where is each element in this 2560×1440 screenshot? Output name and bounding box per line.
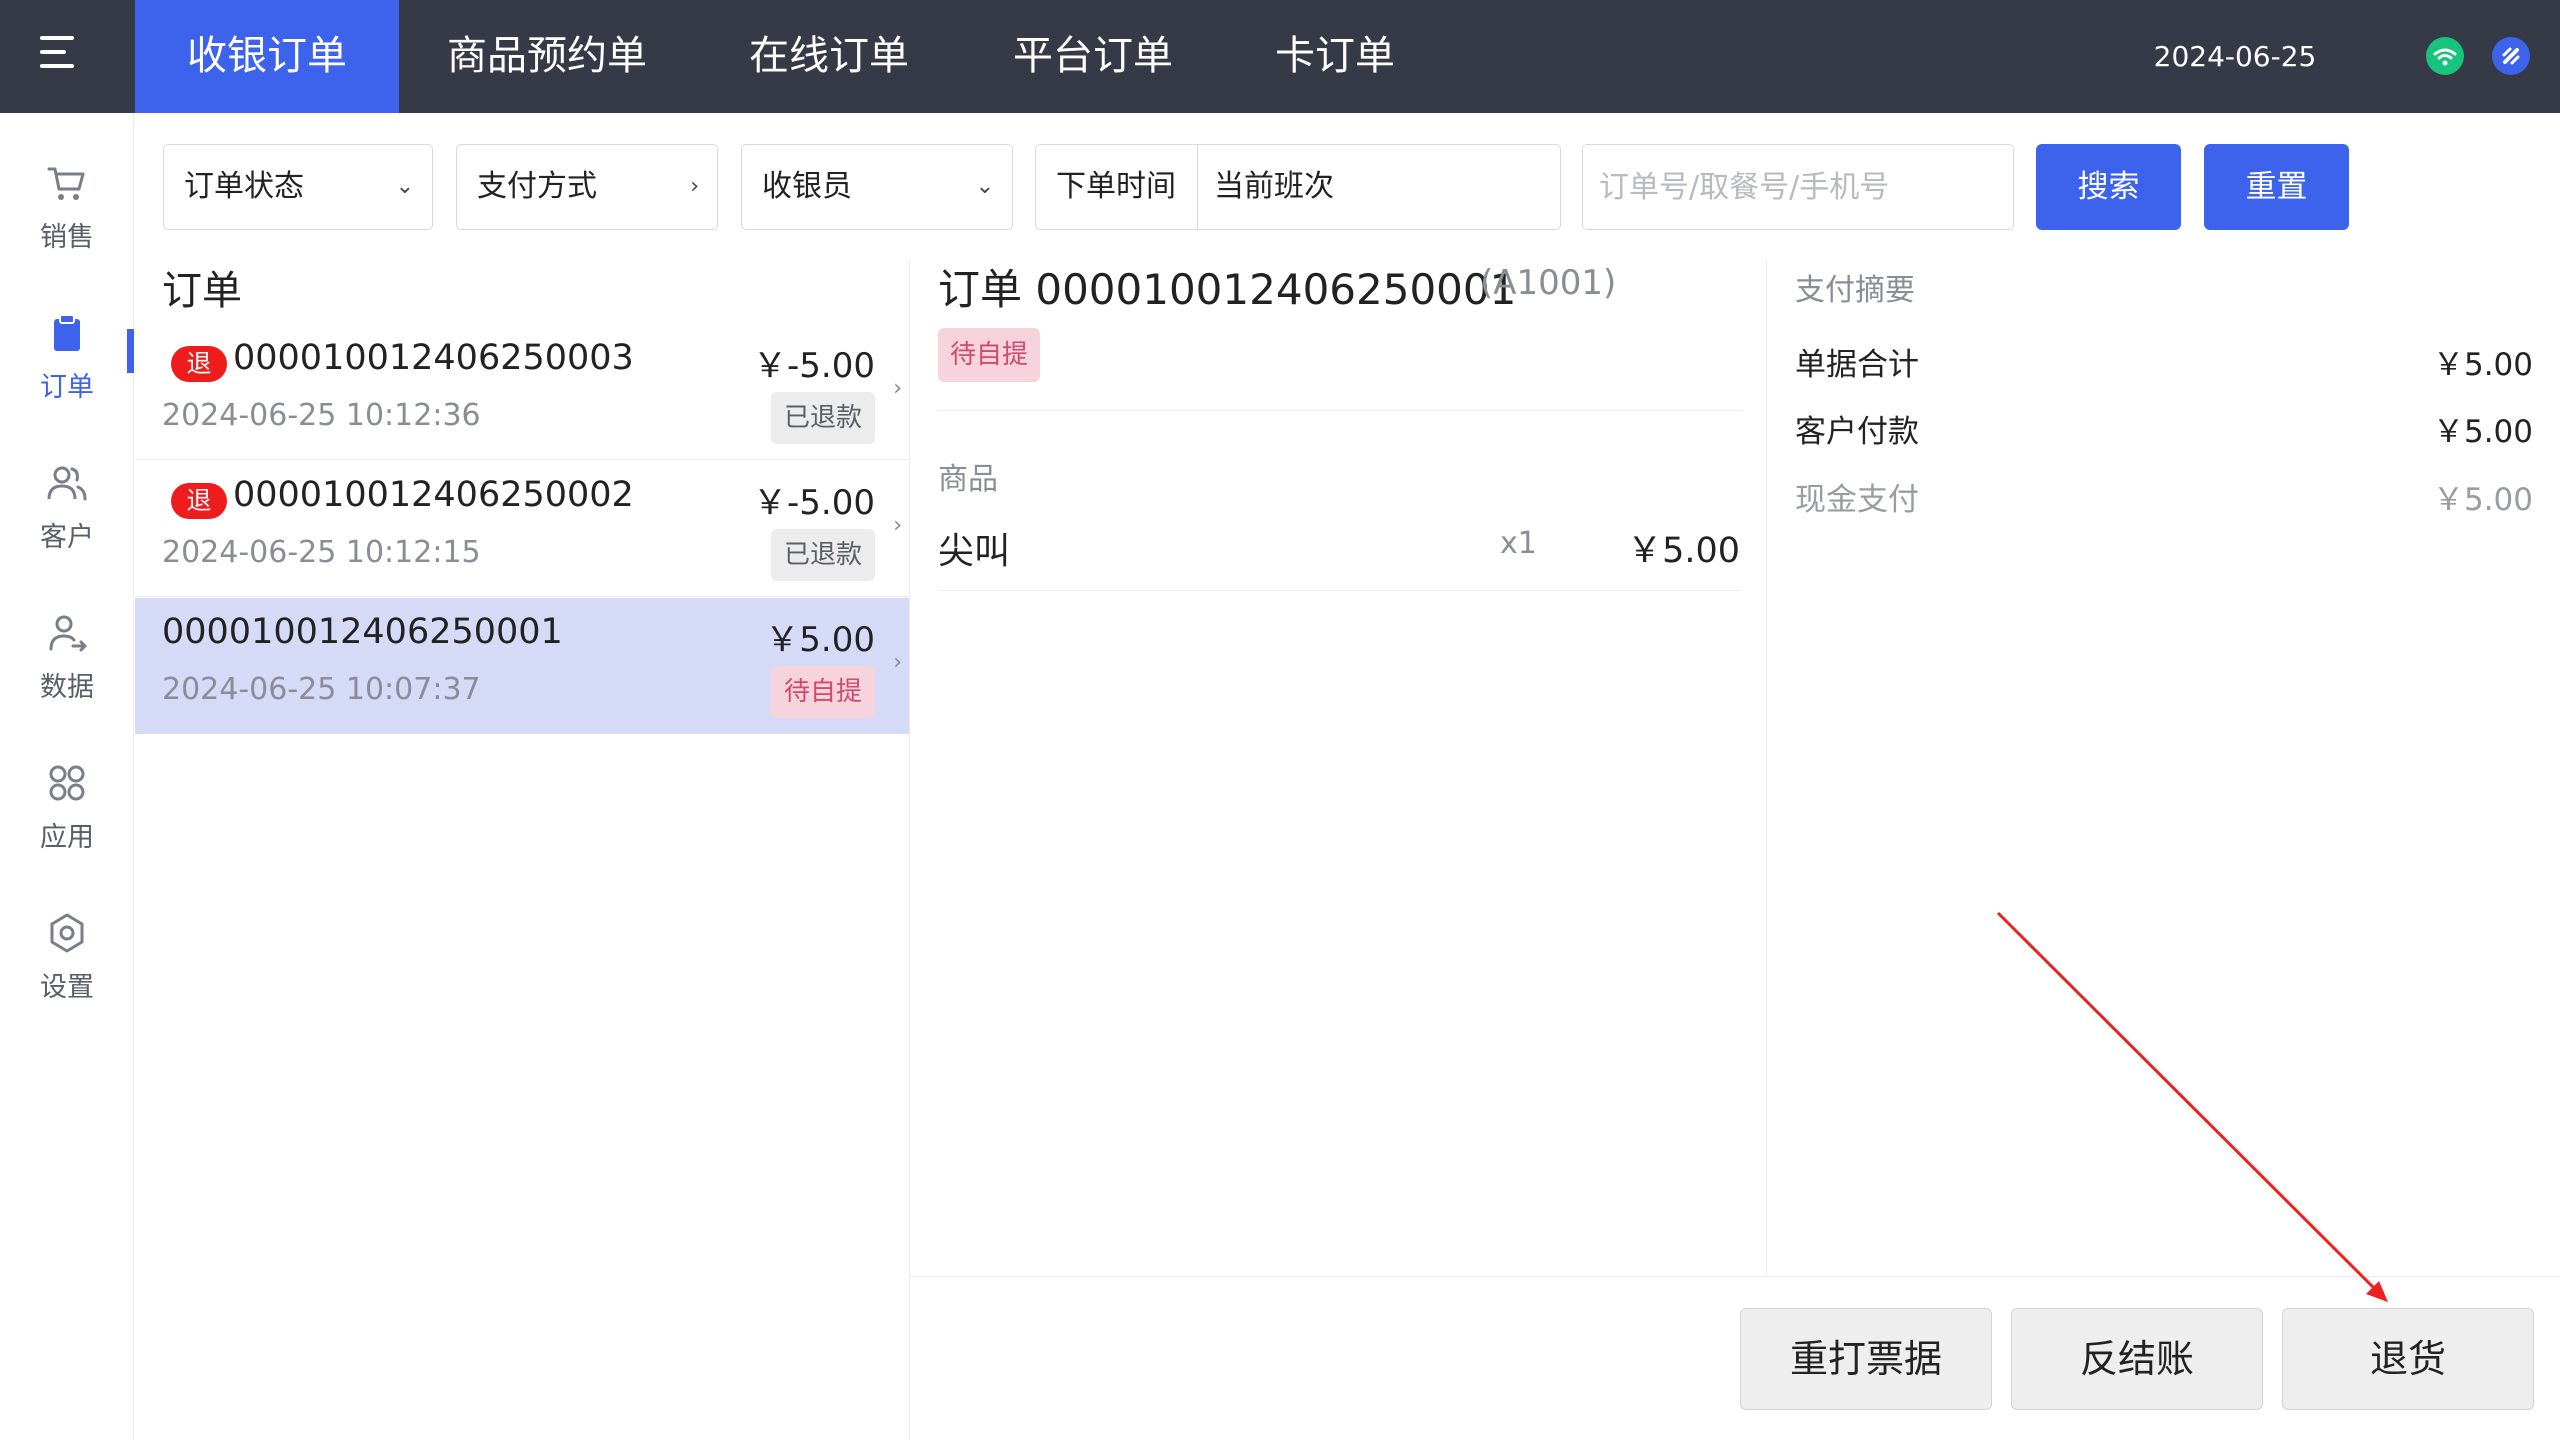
tab-cashier-orders[interactable]: 收银订单 <box>135 0 399 113</box>
divider <box>938 590 1741 591</box>
payment-row: 客户付款 ￥5.00 <box>1795 406 2533 450</box>
goods-label: 商品 <box>938 462 998 497</box>
payment-label: 客户付款 <box>1795 414 1919 450</box>
payment-row: 现金支付 ￥5.00 <box>1795 474 2533 518</box>
chevron-right-icon: › <box>893 650 902 675</box>
order-amount: ￥-5.00 <box>753 346 875 386</box>
payment-value: ￥5.00 <box>2432 347 2533 383</box>
payment-value: ￥5.00 <box>2432 414 2533 450</box>
goods-qty: x1 <box>1500 526 1537 561</box>
search-button[interactable]: 搜索 <box>2036 144 2181 230</box>
payment-method-label: 支付方式 <box>477 169 597 204</box>
payment-value: ￥5.00 <box>2432 482 2533 518</box>
order-number: 000010012406250003 <box>233 338 634 378</box>
action-bar-divider <box>910 1276 2560 1277</box>
reset-button[interactable]: 重置 <box>2204 144 2349 230</box>
tab-platform-orders[interactable]: 平台订单 <box>963 0 1223 113</box>
order-amount: ￥-5.00 <box>753 483 875 523</box>
sidebar-item-label: 销售 <box>40 222 94 253</box>
chevron-down-icon: ⌄ <box>975 174 994 199</box>
chevron-right-icon: › <box>893 376 902 401</box>
payment-summary-title: 支付摘要 <box>1795 273 1915 308</box>
detail-status-badge: 待自提 <box>938 328 1041 382</box>
detail-title: 订单 000010012406250001 <box>938 265 1517 314</box>
sidebar-item-sales[interactable]: 销售 <box>0 161 134 291</box>
status-badge: 待自提 <box>770 666 875 718</box>
sidebar-item-label: 数据 <box>40 672 94 703</box>
payment-method-select[interactable]: 支付方式 › <box>456 144 718 230</box>
chevron-right-icon: › <box>690 174 699 199</box>
payment-label: 现金支付 <box>1795 482 1919 518</box>
sidebar-item-settings[interactable]: 设置 <box>0 911 134 1041</box>
order-list-title: 订单 <box>162 268 242 314</box>
sidebar-item-label: 设置 <box>40 972 94 1003</box>
user-data-icon <box>49 615 87 652</box>
sync-icon[interactable] <box>2492 37 2530 75</box>
users-icon <box>47 466 87 501</box>
order-row[interactable]: 退 000010012406250002 2024-06-25 10:12:15… <box>135 461 910 597</box>
payment-label: 单据合计 <box>1795 347 1919 383</box>
status-badge: 已退款 <box>770 392 875 444</box>
tab-card-orders[interactable]: 卡订单 <box>1223 0 1447 113</box>
return-badge: 退 <box>171 346 227 382</box>
pickup-number: (A1001) <box>1480 263 1617 303</box>
payment-row: 单据合计 ￥5.00 <box>1795 339 2533 383</box>
refund-button[interactable]: 退货 <box>2282 1308 2534 1410</box>
order-amount: ￥5.00 <box>765 620 875 660</box>
order-time: 2024-06-25 10:12:36 <box>162 398 481 433</box>
filter-divider <box>1197 145 1198 229</box>
cart-icon <box>47 167 85 200</box>
order-time: 2024-06-25 10:07:37 <box>162 672 481 707</box>
sidebar-item-apps[interactable]: 应用 <box>0 761 134 891</box>
sidebar-item-label: 客户 <box>40 522 94 553</box>
order-time: 2024-06-25 10:12:15 <box>162 535 481 570</box>
order-number: 000010012406250002 <box>233 475 634 515</box>
tab-reservation-orders[interactable]: 商品预约单 <box>399 0 695 113</box>
sidebar-item-customers[interactable]: 客户 <box>0 461 134 591</box>
status-badge: 已退款 <box>770 529 875 581</box>
clipboard-icon <box>54 314 80 351</box>
order-row[interactable]: 退 000010012406250003 2024-06-25 10:12:36… <box>135 324 910 460</box>
sidebar-item-data[interactable]: 数据 <box>0 611 134 741</box>
sidebar: 销售 订单 客户 数据 应用 设置 <box>0 113 134 1440</box>
active-nav-indicator <box>127 329 134 373</box>
list-divider <box>909 260 910 1440</box>
apps-icon <box>49 765 85 801</box>
gear-icon <box>50 913 84 953</box>
order-status-select[interactable]: 订单状态 ⌄ <box>163 144 433 230</box>
cashier-select[interactable]: 收银员 ⌄ <box>741 144 1013 230</box>
order-row-selected[interactable]: 000010012406250001 2024-06-25 10:07:37 ￥… <box>135 598 910 734</box>
sidebar-item-label: 订单 <box>40 372 94 403</box>
unsettle-button[interactable]: 反结账 <box>2011 1308 2263 1410</box>
order-time-label: 下单时间 <box>1056 169 1176 204</box>
order-status-label: 订单状态 <box>184 169 304 204</box>
wifi-icon[interactable] <box>2426 37 2464 75</box>
reprint-receipt-button[interactable]: 重打票据 <box>1740 1308 1992 1410</box>
tab-online-orders[interactable]: 在线订单 <box>695 0 963 113</box>
order-number: 000010012406250001 <box>162 612 563 652</box>
cashier-label: 收银员 <box>762 169 852 204</box>
divider <box>938 410 1741 411</box>
return-badge: 退 <box>171 483 227 519</box>
order-time-filter[interactable]: 下单时间 当前班次 <box>1035 144 1561 230</box>
chevron-right-icon: › <box>893 513 902 538</box>
menu-icon[interactable] <box>40 36 82 70</box>
top-bar: 收银订单 商品预约单 在线订单 平台订单 卡订单 2024-06-25 10:1… <box>0 0 2560 186</box>
search-input[interactable] <box>1582 144 2014 230</box>
goods-price: ￥5.00 <box>1627 531 1740 571</box>
column-divider <box>1766 260 1767 1276</box>
sidebar-item-label: 应用 <box>40 822 94 853</box>
chevron-down-icon: ⌄ <box>395 174 414 199</box>
sidebar-item-orders[interactable]: 订单 <box>0 311 134 441</box>
order-time-value: 当前班次 <box>1214 169 1334 204</box>
goods-name: 尖叫 <box>938 531 1011 572</box>
